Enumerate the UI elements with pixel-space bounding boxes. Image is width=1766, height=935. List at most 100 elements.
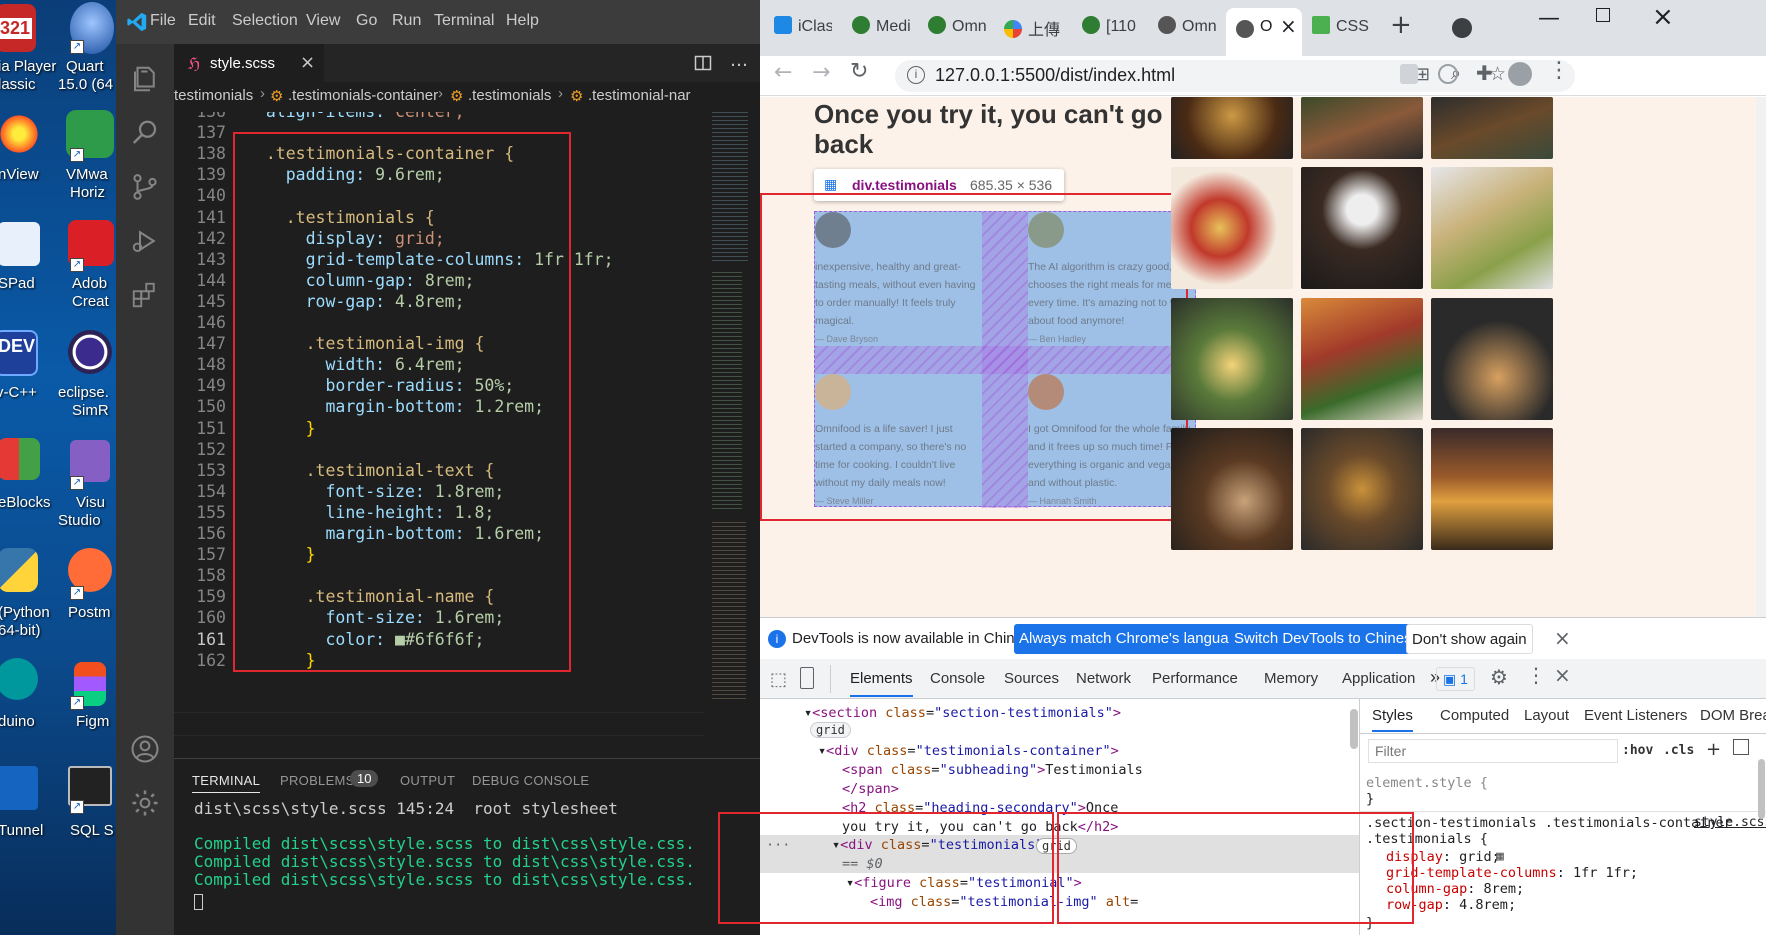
back-icon[interactable]: ← xyxy=(774,60,792,85)
tab-dom-breakpoints[interactable]: DOM Breakpoints xyxy=(1700,707,1766,724)
switch-chinese-button[interactable]: Switch DevTools to Chinese xyxy=(1229,624,1425,654)
menu-go[interactable]: Go xyxy=(356,12,377,30)
hov-toggle[interactable]: :hov xyxy=(1622,743,1653,758)
dom-node[interactable]: <h2 class="heading-secondary">Once xyxy=(842,800,1118,816)
active-browser-tab[interactable]: O × xyxy=(1226,8,1302,56)
tab-problems[interactable]: PROBLEMS xyxy=(280,773,355,788)
styles-scrollbar[interactable] xyxy=(1758,759,1765,819)
source-control-icon[interactable] xyxy=(130,172,160,202)
gear-icon[interactable] xyxy=(130,788,160,818)
close-icon[interactable]: × xyxy=(300,52,315,73)
rule-selector[interactable]: .testimonials { xyxy=(1366,831,1488,847)
info-icon[interactable]: i xyxy=(907,66,925,84)
extension-icon[interactable] xyxy=(1438,64,1458,84)
minimap[interactable] xyxy=(704,112,754,758)
dont-show-button[interactable]: Don't show again xyxy=(1406,624,1533,654)
forward-icon[interactable]: → xyxy=(812,60,830,85)
new-tab-icon[interactable]: + xyxy=(1390,10,1412,40)
menu-view[interactable]: View xyxy=(306,12,340,30)
address-bar[interactable]: i 127.0.0.1:5500/dist/index.html ⊞ ⌕ ☆ xyxy=(895,60,1575,92)
explorer-icon[interactable] xyxy=(130,64,160,94)
close-icon[interactable]: × xyxy=(1554,626,1571,650)
browser-tab[interactable]: iClas xyxy=(774,16,832,50)
tab-terminal[interactable]: TERMINAL xyxy=(192,773,261,793)
profile-avatar[interactable] xyxy=(1508,62,1532,86)
extension-icon[interactable] xyxy=(1400,64,1418,84)
css-declaration[interactable]: row-gap: 4.8rem; xyxy=(1386,897,1516,913)
dom-node-selected[interactable]: ▾<div class="testimonials"> xyxy=(832,837,1052,853)
dom-node[interactable]: <span class="subheading">Testimonials xyxy=(842,762,1143,778)
computed-sidebar-icon[interactable] xyxy=(1733,739,1749,755)
spad-icon[interactable] xyxy=(0,222,40,266)
split-editor-icon[interactable] xyxy=(694,54,712,72)
tab-application[interactable]: Application xyxy=(1342,670,1415,687)
device-toolbar-icon[interactable] xyxy=(800,667,814,689)
grid-badge[interactable]: grid xyxy=(1036,838,1077,854)
rule-source-link[interactable]: style.scss:141 xyxy=(1694,815,1766,830)
menu-terminal[interactable]: Terminal xyxy=(434,12,494,30)
tab-elements[interactable]: Elements xyxy=(850,670,913,697)
browser-tab[interactable]: Omn xyxy=(928,16,986,50)
python-icon[interactable] xyxy=(0,548,38,592)
tunnel-icon[interactable] xyxy=(0,766,38,810)
dom-node[interactable]: </span> xyxy=(842,781,899,797)
page-scrollbar[interactable] xyxy=(1756,97,1766,617)
browser-tab[interactable]: CSS xyxy=(1312,16,1372,50)
tab-performance[interactable]: Performance xyxy=(1152,670,1238,687)
new-rule-icon[interactable]: + xyxy=(1706,739,1721,760)
extensions-icon[interactable] xyxy=(130,280,160,310)
tab-debug-console[interactable]: DEBUG CONSOLE xyxy=(472,773,589,788)
browser-tab[interactable]: [110 xyxy=(1082,16,1140,50)
browser-tab[interactable]: Medi xyxy=(852,16,910,50)
menu-selection[interactable]: Selection xyxy=(232,12,298,30)
dom-node[interactable]: <img class="testimonial-img" alt= xyxy=(870,894,1138,910)
account-icon[interactable] xyxy=(130,734,160,764)
tab-event-listeners[interactable]: Event Listeners xyxy=(1584,707,1687,724)
browser-tab[interactable]: Omn xyxy=(1158,16,1216,50)
code-editor[interactable]: 136 align-items: center;137138 .testimon… xyxy=(174,112,760,758)
match-language-button[interactable]: Always match Chrome's language xyxy=(1014,624,1251,654)
css-declaration[interactable]: column-gap: 8rem; xyxy=(1386,881,1524,897)
code-line[interactable]: 162 } xyxy=(174,649,694,673)
close-devtools-icon[interactable]: × xyxy=(1554,663,1571,687)
breadcrumb-item[interactable]: .testimonials-container xyxy=(288,87,438,104)
menu-dots-icon[interactable]: ⋮ xyxy=(1548,58,1570,83)
settings-gear-icon[interactable]: ⚙ xyxy=(1490,665,1508,689)
tab-sources[interactable]: Sources xyxy=(1004,670,1059,687)
puzzle-extensions-icon[interactable]: ✚ xyxy=(1476,61,1493,85)
cls-toggle[interactable]: .cls xyxy=(1663,743,1694,758)
more-options-icon[interactable]: ⋮ xyxy=(1526,663,1546,687)
issues-count[interactable]: ▣ 1 xyxy=(1436,667,1475,691)
elements-scrollbar[interactable] xyxy=(1350,709,1358,749)
css-declaration[interactable]: display: grid; ▦ xyxy=(1386,849,1504,865)
menu-edit[interactable]: Edit xyxy=(188,12,216,30)
search-icon[interactable] xyxy=(130,118,160,148)
tab-layout[interactable]: Layout xyxy=(1524,707,1569,724)
close-window-icon[interactable]: × xyxy=(1652,2,1674,32)
tab-styles[interactable]: Styles xyxy=(1372,707,1413,732)
dev-cpp-icon[interactable]: DEV xyxy=(0,330,38,376)
breadcrumb-item[interactable]: .testimonials xyxy=(468,87,551,104)
minimize-icon[interactable]: — xyxy=(1538,6,1560,31)
element-style-rule[interactable]: element.style { xyxy=(1366,775,1488,791)
close-tab-icon[interactable]: × xyxy=(1280,14,1297,38)
dom-node[interactable]: ▾<figure class="testimonial"> xyxy=(846,875,1082,891)
tab-console[interactable]: Console xyxy=(930,670,985,687)
rule-selector[interactable]: .section-testimonials .testimonials-cont… xyxy=(1366,815,1732,831)
menu-run[interactable]: Run xyxy=(392,12,421,30)
styles-filter-input[interactable]: Filter xyxy=(1368,739,1618,763)
menu-file[interactable]: File xyxy=(150,12,176,30)
arduino-icon[interactable] xyxy=(0,658,38,700)
reload-icon[interactable]: ↻ xyxy=(850,59,868,84)
more-icon[interactable]: ··· xyxy=(766,837,790,853)
dom-node[interactable]: you try it, you can't go back</h2> xyxy=(842,819,1118,835)
nview-icon[interactable] xyxy=(0,112,40,156)
inspect-element-icon[interactable]: ⬚ xyxy=(770,669,787,690)
maximize-icon[interactable] xyxy=(1596,8,1610,22)
tab-output[interactable]: OUTPUT xyxy=(400,773,455,788)
more-actions-icon[interactable]: … xyxy=(730,50,748,71)
grid-editor-icon[interactable]: ▦ xyxy=(1496,849,1504,864)
tab-memory[interactable]: Memory xyxy=(1264,670,1318,687)
eclipse-icon[interactable] xyxy=(68,330,112,374)
media-player-icon[interactable]: 321 xyxy=(0,4,36,52)
